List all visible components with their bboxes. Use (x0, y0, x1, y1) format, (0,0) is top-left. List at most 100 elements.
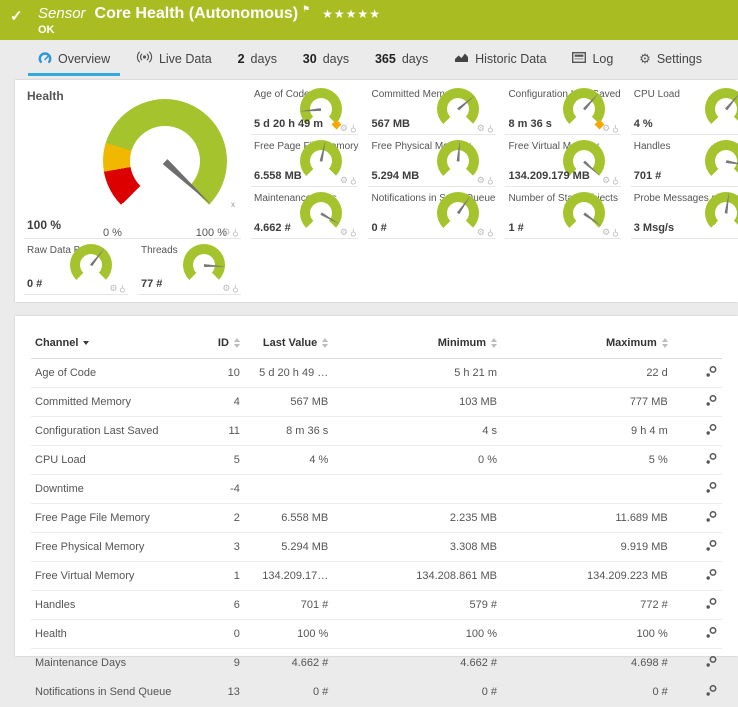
tab-historic-data[interactable]: Historic Data (444, 40, 557, 76)
channel-settings-icon[interactable] (705, 655, 718, 671)
tab-365-days[interactable]: 365days (365, 40, 438, 76)
tab-log[interactable]: Log (562, 40, 623, 76)
column-header-minimum[interactable]: Minimum (332, 328, 501, 359)
channel-settings-icon[interactable] (705, 365, 718, 381)
cell-last: 4 % (244, 446, 332, 475)
gear-icon[interactable]: ⚙ (340, 124, 348, 133)
gear-icon[interactable]: ⚙ (477, 176, 485, 185)
pin-icon[interactable]: ⚲ (612, 228, 619, 237)
cell-max: 22 d (501, 359, 672, 388)
gear-icon: ⚙ (639, 52, 651, 66)
channel-settings-icon[interactable] (705, 423, 718, 439)
gear-icon[interactable]: ⚙ (222, 284, 230, 293)
column-header-channel[interactable]: Channel (31, 328, 200, 359)
column-header-maximum[interactable]: Maximum (501, 328, 672, 359)
cell-id: 10 (200, 359, 244, 388)
mini-gauge (705, 88, 738, 130)
pin-icon[interactable]: ⚲ (612, 124, 619, 133)
gauge-tile-free-page-file-memory: Free Page File Memory6.558 MB⚙⚲ (251, 135, 358, 187)
channel-settings-icon[interactable] (705, 626, 718, 642)
column-label: Channel (35, 337, 78, 349)
channel-settings-icon[interactable] (705, 568, 718, 584)
tab-settings[interactable]: ⚙Settings (629, 40, 712, 76)
flag-icon[interactable]: ⚑ (302, 4, 310, 14)
cell-last: 701 # (244, 591, 332, 620)
column-header-last-value[interactable]: Last Value (244, 328, 332, 359)
gauge-value: 77 # (141, 278, 162, 290)
cell-id: 4 (200, 388, 244, 417)
pin-icon[interactable]: ⚲ (350, 124, 357, 133)
table-row: Maintenance Days94.662 #4.662 #4.698 # (31, 649, 722, 678)
cell-min: 5 h 21 m (332, 359, 501, 388)
cell-channel: Health (31, 620, 200, 649)
channel-settings-icon[interactable] (705, 481, 718, 497)
page-title: Core Health (Autonomous) (95, 5, 299, 22)
cell-id: -4 (200, 475, 244, 504)
gear-icon[interactable]: ⚙ (222, 228, 230, 237)
channel-settings-icon[interactable] (705, 510, 718, 526)
gear-icon[interactable]: ⚙ (602, 124, 610, 133)
cell-max: 100 % (501, 620, 672, 649)
tab-live-data[interactable]: Live Data (126, 40, 222, 76)
pin-icon[interactable]: ⚲ (232, 228, 239, 237)
channel-settings-icon[interactable] (705, 394, 718, 410)
channel-settings-icon[interactable] (705, 452, 718, 468)
cell-id: 6 (200, 591, 244, 620)
table-row: Notifications in Send Queue130 #0 #0 # (31, 678, 722, 707)
tab-2-days[interactable]: 2days (228, 40, 287, 76)
cell-min: 3.308 MB (332, 533, 501, 562)
channel-settings-icon[interactable] (705, 597, 718, 613)
cell-id: 5 (200, 446, 244, 475)
cell-id: 11 (200, 417, 244, 446)
gauge-tile-cpu-load: CPU Load4 %⚙⚲ (631, 83, 738, 135)
table-row: Free Physical Memory35.294 MB3.308 MB9.9… (31, 533, 722, 562)
cell-max: 4.698 # (501, 649, 672, 678)
column-label: Maximum (606, 337, 657, 349)
gear-icon[interactable]: ⚙ (340, 228, 348, 237)
cell-max: 9 h 4 m (501, 417, 672, 446)
cell-min (332, 475, 501, 504)
cell-min: 4.662 # (332, 649, 501, 678)
cell-max: 772 # (501, 591, 672, 620)
gear-icon[interactable]: ⚙ (477, 228, 485, 237)
cell-id: 9 (200, 649, 244, 678)
tab-30-days[interactable]: 30days (293, 40, 359, 76)
mini-gauge (563, 88, 605, 130)
gear-icon[interactable]: ⚙ (602, 176, 610, 185)
gear-icon[interactable]: ⚙ (602, 228, 610, 237)
broadcast-icon (136, 51, 153, 66)
cell-channel: Handles (31, 591, 200, 620)
pin-icon[interactable]: ⚲ (487, 124, 494, 133)
gauge-value: 5.294 MB (371, 170, 419, 182)
pin-icon[interactable]: ⚲ (232, 284, 239, 293)
gauge-scale-min: 0 % (103, 227, 122, 239)
pin-icon[interactable]: ⚲ (350, 176, 357, 185)
cell-max: 5 % (501, 446, 672, 475)
channel-settings-icon[interactable] (705, 539, 718, 555)
gauge-value: 4 % (634, 118, 653, 130)
pin-icon[interactable]: ⚲ (119, 284, 126, 293)
pin-icon[interactable]: ⚲ (487, 228, 494, 237)
gauge-needle (725, 160, 738, 167)
gear-icon[interactable]: ⚙ (109, 284, 117, 293)
mini-gauge (70, 244, 112, 286)
pin-icon[interactable]: ⚲ (612, 176, 619, 185)
gear-icon[interactable]: ⚙ (340, 176, 348, 185)
cell-max (501, 475, 672, 504)
gauge-tile-maintenance-days: Maintenance Days4.662 #⚙⚲ (251, 187, 358, 239)
tab-overview[interactable]: Overview (28, 40, 120, 76)
pin-icon[interactable]: ⚲ (487, 176, 494, 185)
cell-channel: Configuration Last Saved (31, 417, 200, 446)
priority-stars[interactable]: ★★★★★ (322, 7, 381, 21)
gear-icon[interactable]: ⚙ (477, 124, 485, 133)
channel-settings-icon[interactable] (705, 684, 718, 700)
gauge-title: Notifications in Send Queue (368, 187, 495, 204)
cell-max: 777 MB (501, 388, 672, 417)
pin-icon[interactable]: ⚲ (350, 228, 357, 237)
column-header-id[interactable]: ID (200, 328, 244, 359)
gauge-marker-label: x (231, 200, 235, 209)
gauge-value: 0 # (371, 222, 386, 234)
gauge-title: Committed Memory (368, 83, 495, 100)
gauge-tile-committed-memory: Committed Memory567 MB⚙⚲ (368, 83, 495, 135)
cell-last (244, 475, 332, 504)
